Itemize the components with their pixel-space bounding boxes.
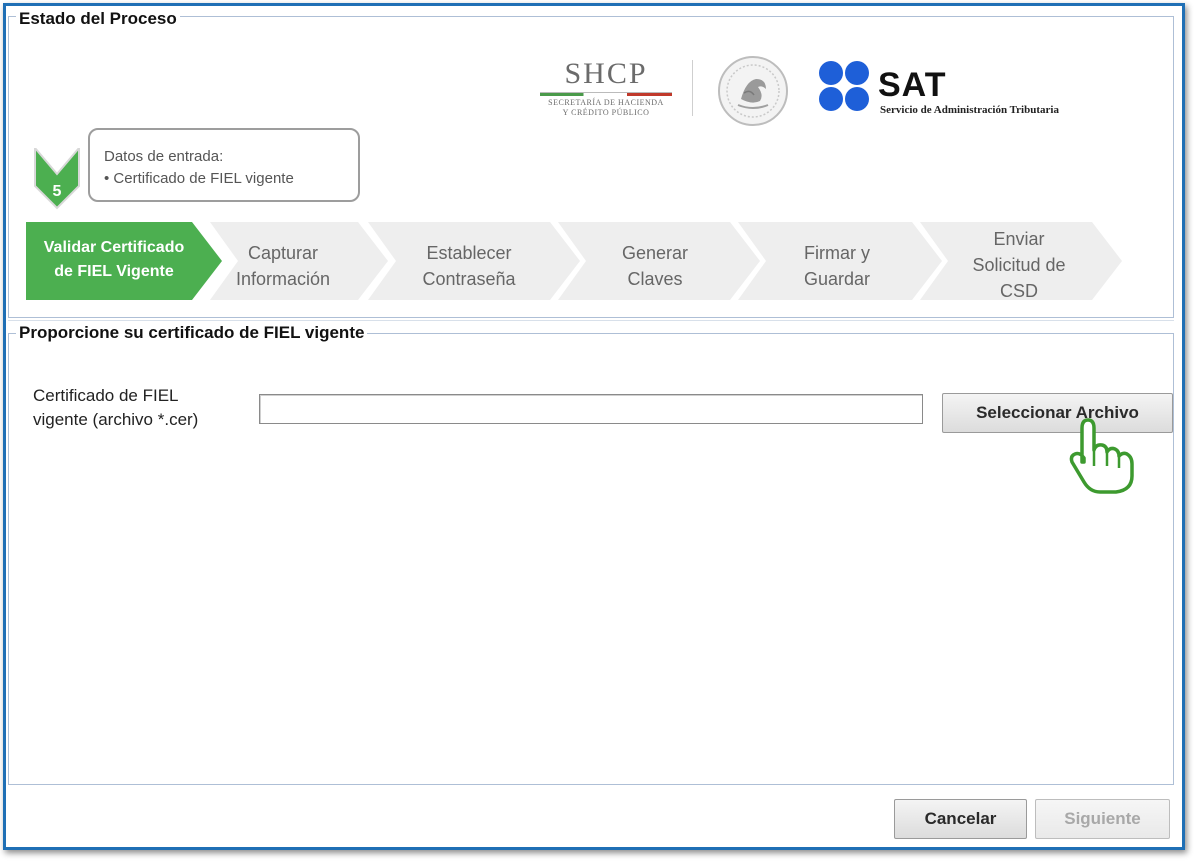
certificate-label-line1: Certificado de FIEL <box>33 386 179 405</box>
shcp-line2: Y CRÉDITO PÚBLICO <box>562 108 650 117</box>
step-number: 5 <box>53 183 62 200</box>
sat-subtitle: Servicio de Administración Tributaria <box>880 104 1059 116</box>
step-enviar-line1: Enviar <box>993 229 1045 249</box>
input-data-item: • Certificado de FIEL vigente <box>104 170 294 187</box>
cancel-button[interactable]: Cancelar <box>894 799 1027 839</box>
step-validar: Validar Certificado de FIEL Vigente <box>30 236 198 284</box>
step-generar-line2: Claves <box>627 269 683 289</box>
step-capturar: Capturar Información <box>208 240 358 292</box>
step-validar-line2: de FIEL Vigente <box>54 263 174 280</box>
input-data-title: Datos de entrada: <box>104 148 224 165</box>
step-establecer: Establecer Contraseña <box>384 240 554 292</box>
status-legend: Estado del Proceso <box>16 9 180 29</box>
logo-separator <box>692 60 693 116</box>
step-generar: Generar Claves <box>574 240 736 292</box>
hand-cursor-icon <box>1069 418 1134 494</box>
step-firmar-line1: Firmar y <box>804 243 870 263</box>
step-enviar-line2: Solicitud de <box>972 255 1066 275</box>
next-button[interactable]: Siguiente <box>1035 799 1170 839</box>
step-capturar-line1: Capturar <box>247 243 319 263</box>
step-generar-line1: Generar <box>621 243 689 263</box>
certificate-file-input[interactable] <box>259 394 923 424</box>
shcp-logo: SHCP SECRETARÍA DE HACIENDA Y CRÉDITO PÚ… <box>536 58 676 118</box>
shcp-tricolor-line <box>540 92 672 96</box>
step-number-badge: 5 <box>34 148 80 210</box>
input-data-box: Datos de entrada: • Certificado de FIEL … <box>88 128 360 202</box>
shcp-title: SHCP <box>564 57 648 90</box>
step-capturar-line2: Información <box>235 269 331 289</box>
step-enviar-line3: CSD <box>999 281 1038 301</box>
step-establecer-line1: Establecer <box>426 243 512 263</box>
section-divider <box>8 320 1174 321</box>
mexican-seal-icon <box>718 56 788 126</box>
step-establecer-line2: Contraseña <box>422 269 516 289</box>
step-firmar-line2: Guardar <box>803 269 871 289</box>
shcp-line1: SECRETARÍA DE HACIENDA <box>548 98 664 107</box>
certificate-field-label: Certificado de FIEL vigente (archivo *.c… <box>33 384 198 432</box>
step-firmar: Firmar y Guardar <box>756 240 918 292</box>
certificate-legend: Proporcione su certificado de FIEL vigen… <box>16 323 368 343</box>
step-validar-line1: Validar Certificado <box>43 239 185 256</box>
sat-dots-icon <box>819 61 869 111</box>
sat-title: SAT <box>878 66 947 104</box>
certificate-label-line2: vigente (archivo *.cer) <box>33 410 199 429</box>
step-enviar: Enviar Solicitud de CSD <box>936 226 1102 304</box>
